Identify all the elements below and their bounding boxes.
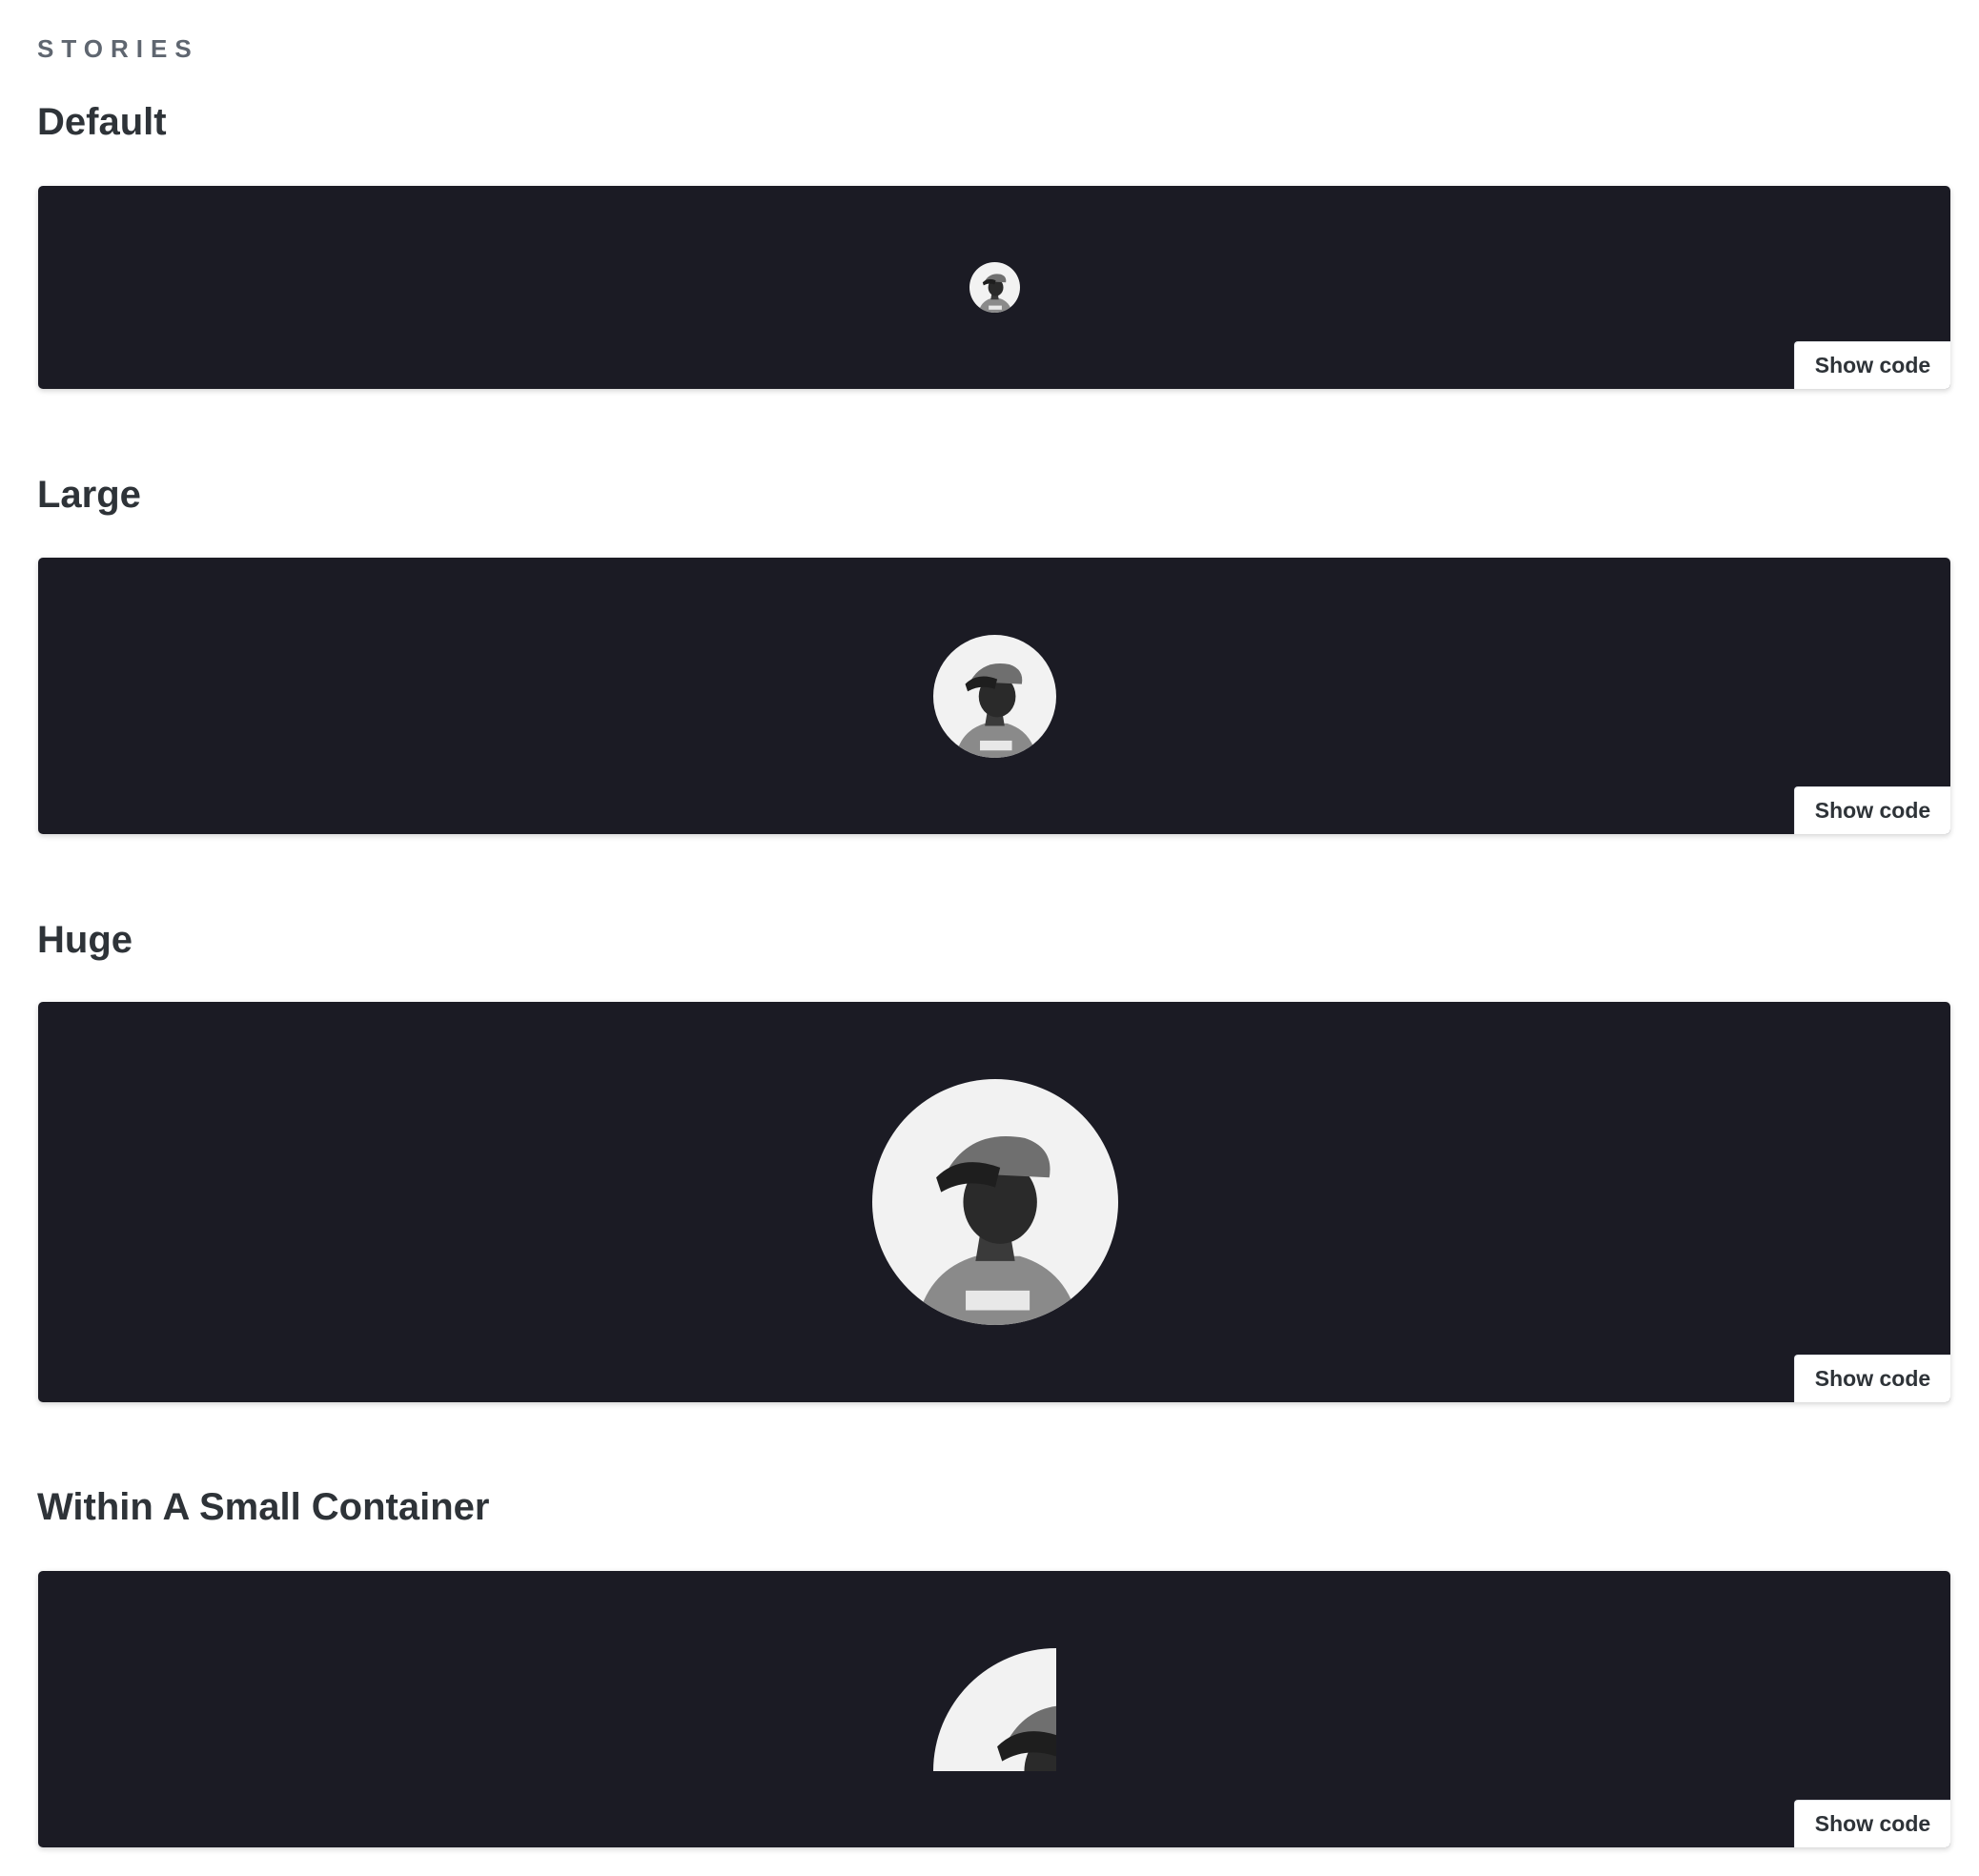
story-title-huge: Huge (37, 919, 133, 961)
story-title-within-small-container: Within A Small Container (37, 1486, 490, 1528)
show-code-button[interactable]: Show code (1794, 786, 1950, 834)
avatar-clipped (933, 1648, 1056, 1771)
avatar-large (933, 635, 1056, 758)
avatar-huge (872, 1079, 1118, 1325)
avatar-default (969, 262, 1020, 313)
small-container (933, 1648, 1056, 1771)
show-code-button[interactable]: Show code (1794, 1800, 1950, 1847)
show-code-button[interactable]: Show code (1794, 1355, 1950, 1402)
story-preview-default: Show code (38, 186, 1950, 389)
show-code-button[interactable]: Show code (1794, 341, 1950, 389)
story-title-default: Default (37, 101, 167, 143)
avatar-photo-icon (933, 635, 1056, 758)
avatar-photo-icon (969, 262, 1020, 313)
story-preview-huge: Show code (38, 1002, 1950, 1402)
avatar-photo-icon (933, 1648, 1056, 1771)
story-title-large: Large (37, 474, 141, 516)
story-preview-within-small-container: Show code (38, 1571, 1950, 1847)
story-preview-large: Show code (38, 558, 1950, 834)
stories-section-label: STORIES (37, 34, 199, 63)
avatar-photo-icon (872, 1079, 1118, 1325)
